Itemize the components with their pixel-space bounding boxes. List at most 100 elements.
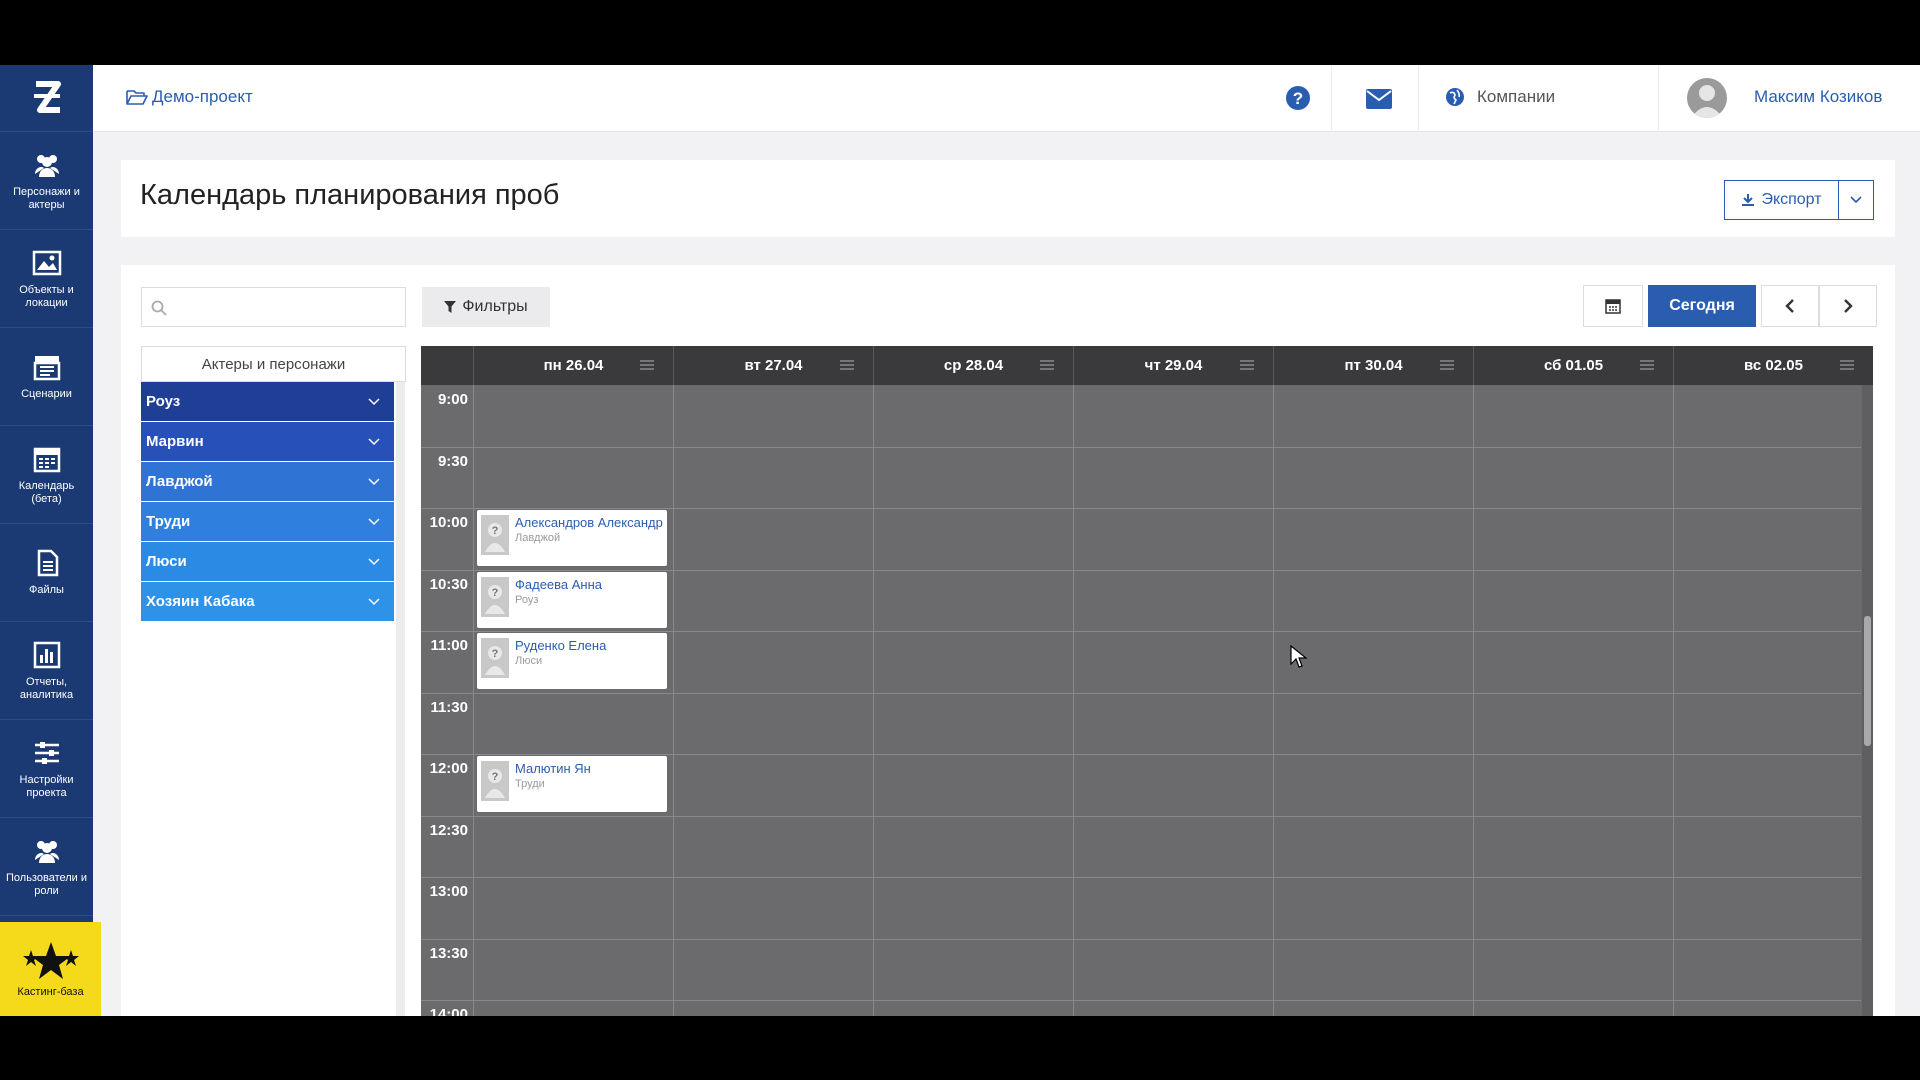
actor-photo-placeholder: ? <box>481 638 509 678</box>
time-label: 12:00 <box>429 760 468 777</box>
next-week-button[interactable] <box>1819 285 1877 327</box>
actor-item[interactable]: Люси <box>141 542 394 582</box>
clapperboard-icon <box>33 356 60 381</box>
app-logo[interactable] <box>0 65 93 132</box>
day-column-divider <box>1473 385 1474 1016</box>
sidebar-item-reports[interactable]: Отчеты, аналитика <box>0 622 93 720</box>
actor-item[interactable]: Роуз <box>141 382 394 422</box>
day-header[interactable]: пт 30.04 <box>1273 346 1473 385</box>
audition-event[interactable]: ? Руденко Елена Люси <box>477 633 667 689</box>
audition-event[interactable]: ? Фадеева Анна Роуз <box>477 571 667 628</box>
audition-event[interactable]: ? Александров Александр Лавджой <box>477 510 667 566</box>
actor-photo-placeholder: ? <box>481 576 509 617</box>
chevron-left-icon <box>1785 299 1794 313</box>
unknown-person-icon: ? <box>485 646 505 675</box>
sidebar-item-label: Объекты и локации <box>19 283 74 309</box>
event-role: Лавджой <box>515 532 561 544</box>
actor-item[interactable]: Хозяин Кабака <box>141 582 394 622</box>
sidebar-item-label: Файлы <box>29 584 64 596</box>
day-column-divider <box>473 385 474 1016</box>
main-card: Фильтры Сегодня Актеры и персонажи Роуз М… <box>121 265 1895 1016</box>
breadcrumb-label: Демо-проект <box>152 87 253 106</box>
scrollbar-thumb[interactable] <box>1864 616 1871 746</box>
sidebar-item-characters[interactable]: Персонажи и актеры <box>0 132 93 230</box>
time-slot-divider <box>421 508 1861 509</box>
time-label: 13:00 <box>429 883 468 900</box>
time-slot-divider <box>421 815 1861 817</box>
logo-icon <box>33 81 61 113</box>
day-header[interactable]: ср 28.04 <box>873 346 1073 385</box>
sliders-icon <box>34 741 59 764</box>
menu-icon[interactable] <box>839 359 855 371</box>
day-label: вт 27.04 <box>744 357 803 374</box>
chevron-down-icon <box>368 397 380 405</box>
divider <box>1418 65 1419 132</box>
date-picker-button[interactable] <box>1583 285 1643 327</box>
prev-week-button[interactable] <box>1761 285 1819 327</box>
time-slot-divider <box>421 938 1861 940</box>
menu-icon[interactable] <box>1639 359 1655 371</box>
time-slot-divider <box>421 877 1861 878</box>
actor-photo-placeholder: ? <box>481 515 509 555</box>
day-label: пн 26.04 <box>543 357 604 374</box>
actor-label: Хозяин Кабака <box>146 593 255 610</box>
folder-open-icon <box>126 90 148 105</box>
app-window: Персонажи и актеры Объекты и локации Сце… <box>0 65 1920 1016</box>
event-role: Труди <box>515 778 545 790</box>
sidebar-item-casting[interactable]: Кастинг-база <box>0 922 101 1016</box>
menu-icon[interactable] <box>639 359 655 371</box>
sidebar-item-calendar[interactable]: Календарь (бета) <box>0 426 93 524</box>
sidebar-item-files[interactable]: Файлы <box>0 524 93 622</box>
menu-icon[interactable] <box>1239 359 1255 371</box>
companies-link[interactable]: Компании <box>1445 87 1555 107</box>
day-header[interactable]: чт 29.04 <box>1073 346 1273 385</box>
actor-photo-placeholder: ? <box>481 761 509 801</box>
chevron-down-icon <box>368 557 380 565</box>
calendar-scrollbar[interactable] <box>1862 385 1873 1016</box>
actor-item[interactable]: Труди <box>141 502 394 542</box>
help-icon[interactable]: ? <box>1285 85 1311 111</box>
event-role: Люси <box>515 655 543 667</box>
today-button[interactable]: Сегодня <box>1648 285 1756 327</box>
svg-text:?: ? <box>1293 89 1303 108</box>
actors-header-label: Актеры и персонажи <box>201 355 346 373</box>
day-header[interactable]: вт 27.04 <box>673 346 873 385</box>
filters-button[interactable]: Фильтры <box>422 287 550 327</box>
unknown-person-icon: ? <box>485 769 505 798</box>
day-label: ср 28.04 <box>943 357 1004 374</box>
actor-item[interactable]: Марвин <box>141 422 394 462</box>
sidebar-item-scripts[interactable]: Сценарии <box>0 328 93 426</box>
chevron-down-icon <box>368 437 380 445</box>
audition-event[interactable]: ? Малютин Ян Труди <box>477 756 667 812</box>
menu-icon[interactable] <box>1439 359 1455 371</box>
actors-scrollbar[interactable] <box>396 382 405 1016</box>
breadcrumb-project[interactable]: Демо-проект <box>126 87 253 107</box>
mail-icon[interactable] <box>1365 88 1393 110</box>
day-header[interactable]: сб 01.05 <box>1473 346 1673 385</box>
time-label: 14:00 <box>429 1006 468 1016</box>
actor-label: Роуз <box>146 393 181 410</box>
export-dropdown-button[interactable] <box>1838 180 1874 220</box>
users-icon <box>34 154 59 177</box>
avatar[interactable] <box>1687 78 1727 118</box>
day-header[interactable]: вс 02.05 <box>1673 346 1873 385</box>
user-name[interactable]: Максим Козиков <box>1754 87 1882 107</box>
day-header[interactable]: пн 26.04 <box>473 346 673 385</box>
sidebar-item-label: Сценарии <box>21 388 72 400</box>
export-button[interactable]: Экспорт <box>1724 180 1839 220</box>
sidebar-item-objects[interactable]: Объекты и локации <box>0 230 93 328</box>
divider <box>1331 65 1332 132</box>
time-label: 12:30 <box>429 821 468 839</box>
day-label: чт 29.04 <box>1144 357 1203 374</box>
sidebar-item-label: Пользователи и роли <box>6 871 87 897</box>
actor-item[interactable]: Лавджой <box>141 462 394 502</box>
menu-icon[interactable] <box>1039 359 1055 371</box>
sidebar-item-settings[interactable]: Настройки проекта <box>0 720 93 818</box>
top-bar: Демо-проект ? Компании Максим Козиков <box>93 65 1920 132</box>
menu-icon[interactable] <box>1839 359 1855 371</box>
sidebar-item-users[interactable]: Пользователи и роли <box>0 818 93 916</box>
time-label: 11:30 <box>430 698 468 716</box>
time-slot-divider <box>421 754 1861 755</box>
time-label: 9:30 <box>437 452 468 470</box>
search-input[interactable] <box>174 294 399 320</box>
